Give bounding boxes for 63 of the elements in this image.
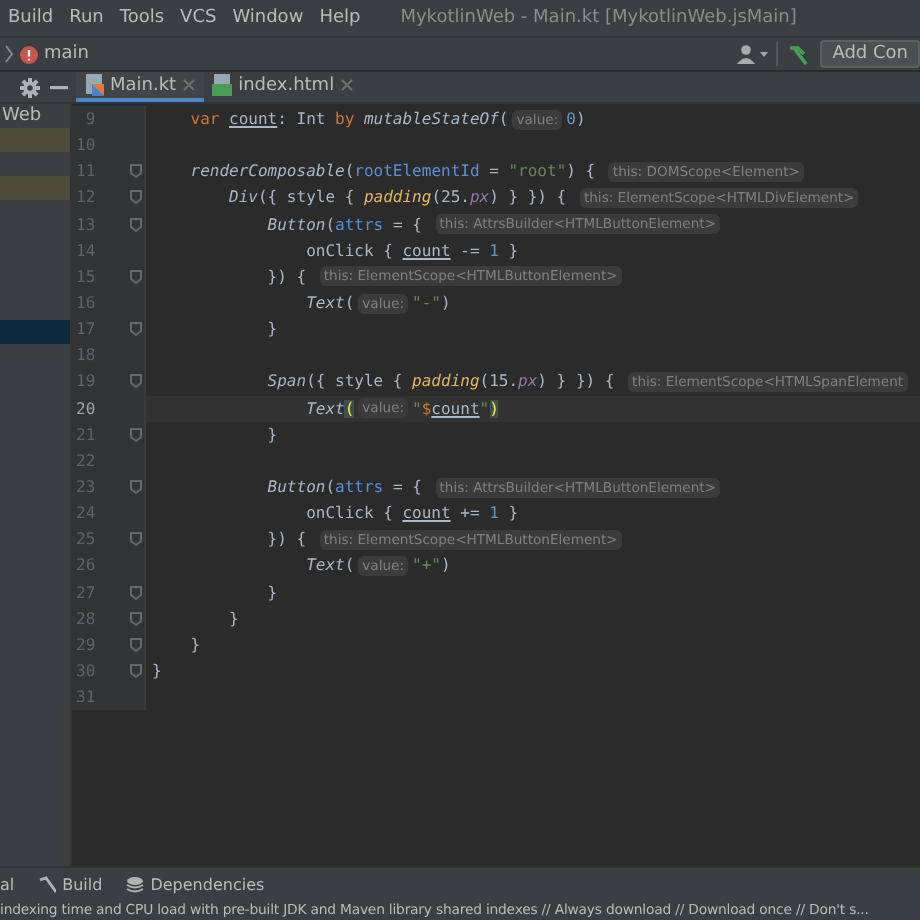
code-text: 0) bbox=[566, 110, 586, 129]
code-text: "$count") bbox=[412, 399, 499, 418]
fold-marker-icon[interactable] bbox=[130, 664, 142, 679]
close-icon[interactable] bbox=[340, 78, 355, 92]
line-number: 20 bbox=[74, 399, 96, 418]
html-file-icon bbox=[212, 74, 233, 96]
menu-item[interactable]: Build bbox=[8, 8, 54, 28]
code-text: var count: Int by mutableStateOf( bbox=[188, 110, 509, 129]
fold-marker-icon[interactable] bbox=[130, 480, 142, 495]
user-icon[interactable] bbox=[736, 44, 769, 64]
code-text: "-") bbox=[412, 294, 451, 313]
fold-marker-icon[interactable] bbox=[130, 269, 142, 284]
fold-marker-icon[interactable] bbox=[130, 164, 142, 179]
fold-marker-icon[interactable] bbox=[130, 374, 142, 389]
code-text: Button(attrs = { bbox=[265, 478, 424, 497]
code-text: Text( bbox=[304, 556, 355, 575]
code-text: Text( bbox=[304, 399, 355, 418]
error-icon bbox=[20, 45, 38, 63]
fold-marker-icon[interactable] bbox=[130, 190, 142, 205]
menu-item[interactable]: Window bbox=[232, 8, 304, 28]
settings-icon[interactable] bbox=[20, 77, 40, 97]
tool-window-button[interactable]: Dependencies bbox=[126, 875, 265, 893]
code-text: renderComposable(rootElementId = "root") { bbox=[188, 162, 598, 181]
menu-item[interactable]: Run bbox=[69, 8, 104, 28]
fold-marker-icon[interactable] bbox=[130, 611, 142, 626]
code-text: } bbox=[265, 320, 278, 339]
code-text: } bbox=[265, 583, 278, 602]
code-text: "+") bbox=[412, 556, 451, 575]
code-text: Text( bbox=[304, 294, 355, 313]
code-text: } bbox=[152, 662, 162, 681]
fold-marker-icon[interactable] bbox=[130, 585, 142, 600]
code-text: }) { bbox=[265, 267, 309, 286]
code-text: } bbox=[265, 425, 278, 444]
editor-tab[interactable]: index.html bbox=[204, 72, 363, 102]
fold-marker-icon[interactable] bbox=[130, 322, 142, 337]
branch-label: main bbox=[44, 44, 89, 64]
kotlin-file-icon bbox=[84, 74, 104, 96]
hammer-icon[interactable] bbox=[786, 43, 809, 65]
chevron-icon bbox=[4, 44, 14, 64]
project-root-label: Web bbox=[0, 104, 42, 128]
code-text: }) { bbox=[265, 530, 309, 549]
editor-tab[interactable]: Main.kt bbox=[76, 72, 205, 102]
code-text: Button(attrs = { bbox=[265, 215, 424, 234]
menu-item[interactable]: Help bbox=[319, 8, 361, 28]
code-text: } bbox=[188, 635, 201, 654]
close-icon[interactable] bbox=[182, 78, 197, 92]
fold-marker-icon[interactable] bbox=[130, 532, 142, 547]
code-text: onClick { count -= 1 } bbox=[304, 241, 519, 260]
tool-window-button[interactable]: Build bbox=[38, 875, 103, 893]
hammer-icon bbox=[38, 875, 57, 893]
menu-item[interactable]: Tools bbox=[119, 8, 165, 28]
code-text: onClick { count += 1 } bbox=[304, 504, 519, 523]
code-text: Div({ style { padding(25.px) } }) { bbox=[227, 188, 569, 207]
add-configuration-button[interactable]: Add Con bbox=[820, 40, 920, 68]
fold-marker-icon[interactable] bbox=[130, 637, 142, 652]
tool-window-button[interactable]: al bbox=[0, 875, 15, 893]
fold-marker-icon[interactable] bbox=[130, 427, 142, 442]
code-text: } bbox=[227, 609, 239, 628]
menu-item[interactable]: VCS bbox=[180, 8, 217, 28]
window-title: MykotlinWeb - Main.kt [MykotlinWeb.jsMain] bbox=[400, 8, 797, 28]
fold-marker-icon[interactable] bbox=[130, 217, 142, 232]
code-text: Span({ style { padding(15.px) } }) { bbox=[265, 372, 617, 391]
stack-icon bbox=[126, 875, 145, 893]
